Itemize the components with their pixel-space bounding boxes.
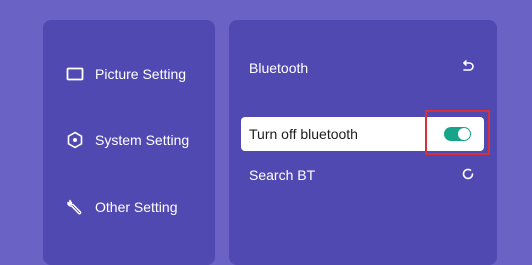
- wrench-icon: [65, 197, 85, 217]
- highlight-box: [425, 110, 490, 155]
- settings-sidebar: Picture Setting System Setting Other Set…: [43, 20, 215, 265]
- search-bt-row[interactable]: Search BT: [241, 159, 484, 191]
- sidebar-item-other-setting[interactable]: Other Setting: [65, 196, 178, 218]
- sidebar-item-picture-setting[interactable]: Picture Setting: [65, 63, 186, 85]
- bluetooth-title: Bluetooth: [249, 60, 309, 76]
- search-bt-label: Search BT: [249, 167, 316, 183]
- sidebar-item-label: System Setting: [95, 132, 190, 148]
- picture-icon: [65, 64, 85, 84]
- sidebar-item-system-setting[interactable]: System Setting: [65, 129, 189, 151]
- refresh-icon[interactable]: [460, 166, 476, 185]
- back-icon[interactable]: [460, 59, 476, 78]
- turn-off-bluetooth-label: Turn off bluetooth: [249, 126, 358, 142]
- system-icon: [65, 130, 85, 150]
- bluetooth-header: Bluetooth: [241, 52, 484, 84]
- sidebar-item-label: Picture Setting: [95, 66, 187, 82]
- sidebar-item-label: Other Setting: [95, 199, 178, 215]
